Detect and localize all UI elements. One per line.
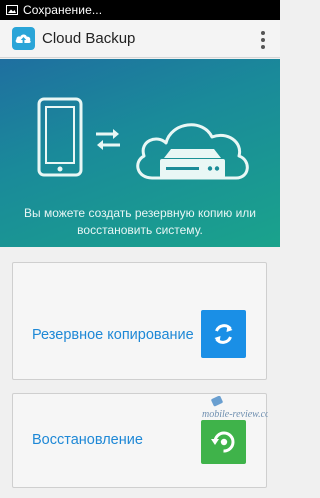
sync-arrows-icon — [96, 129, 120, 150]
app-title: Cloud Backup — [42, 30, 136, 47]
hero-description: Вы можете создать резервную копию или во… — [24, 206, 256, 237]
status-text: Сохранение... — [23, 3, 103, 17]
status-bar: Сохранение... — [0, 0, 280, 20]
backup-card[interactable]: Резервное копирование — [12, 262, 267, 380]
action-bar: Cloud Backup — [0, 20, 280, 58]
restore-icon — [211, 431, 235, 453]
hero-banner: Вы можете создать резервную копию или во… — [0, 59, 280, 247]
restore-label[interactable]: Восстановление — [32, 432, 143, 448]
cloud-upload-icon[interactable] — [12, 27, 35, 50]
hero-illustration — [37, 97, 249, 180]
phone-icon — [37, 97, 83, 177]
backup-refresh-icon — [214, 324, 233, 344]
watermark-logo: mobile-review.com — [202, 396, 268, 420]
backup-label[interactable]: Резервное копирование — [32, 327, 194, 343]
backup-button[interactable] — [201, 310, 246, 358]
svg-text:mobile-review.com: mobile-review.com — [202, 409, 268, 420]
image-icon — [6, 4, 18, 16]
cloud-drive-icon — [136, 123, 249, 180]
overflow-menu-icon[interactable] — [256, 28, 270, 52]
watermark: mobile-review.com — [200, 396, 268, 422]
restore-button[interactable] — [201, 420, 246, 464]
